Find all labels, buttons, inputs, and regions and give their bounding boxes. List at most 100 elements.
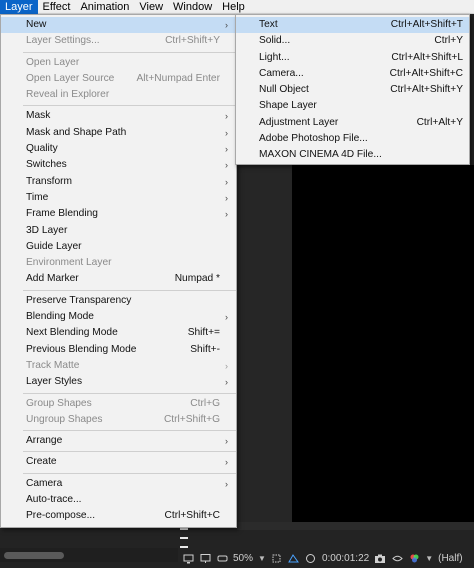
always-preview-icon[interactable] [182, 552, 194, 564]
menu-item-mask-and-shape-path[interactable]: Mask and Shape Path › [1, 125, 236, 141]
color-channels-icon[interactable] [408, 552, 420, 564]
submenu-item-camera[interactable]: Camera... Ctrl+Alt+Shift+C [236, 66, 469, 82]
menu-item-label: Blending Mode [26, 311, 94, 323]
menu-item-environment-layer: Environment Layer [1, 255, 236, 271]
submenu-item-solid[interactable]: Solid... Ctrl+Y [236, 33, 469, 49]
chevron-right-icon: › [225, 457, 228, 468]
menu-item-auto-trace[interactable]: Auto-trace... [1, 492, 236, 508]
submenu-item-shortcut: Ctrl+Alt+Shift+L [391, 51, 463, 63]
menu-separator [23, 472, 236, 474]
timecode[interactable]: 0:00:01:22 [322, 553, 369, 564]
menu-separator [23, 289, 236, 291]
chevron-right-icon: › [225, 312, 228, 323]
zoom-dropdown[interactable]: 50% [233, 552, 253, 564]
menu-item-label: Time [26, 191, 49, 203]
submenu-item-text[interactable]: Text Ctrl+Alt+Shift+T [236, 17, 469, 34]
submenu-item-shortcut: Ctrl+Y [434, 35, 463, 47]
menu-item-label: Mask and Shape Path [26, 126, 127, 138]
submenu-item-label: Solid... [259, 35, 291, 47]
menu-item-blending-mode[interactable]: Blending Mode › [1, 309, 236, 325]
menu-item-label: Transform [26, 175, 73, 187]
zoom-level: 50% [233, 552, 254, 564]
viewer-side-panel [237, 165, 292, 522]
menu-item-label: Open Layer Source [26, 72, 115, 84]
menu-bar: Layer Effect Animation View Window Help [0, 0, 474, 14]
submenu-item-adjustment-layer[interactable]: Adjustment Layer Ctrl+Alt+Y [236, 115, 469, 131]
menu-item-group-shapes: Group Shapes Ctrl+G [1, 396, 236, 412]
menu-item-label: Group Shapes [26, 397, 92, 409]
timecode-clock-icon[interactable] [305, 552, 317, 564]
submenu-item-shape-layer[interactable]: Shape Layer [236, 98, 469, 114]
composition-viewer[interactable] [292, 165, 474, 522]
layer-menu: New › Layer Settings... Ctrl+Shift+Y Open La… [0, 14, 237, 528]
chevron-right-icon: › [225, 478, 228, 489]
menu-item-track-matte: Track Matte › [1, 358, 236, 374]
menu-item-label: Frame Blending [26, 208, 98, 220]
menu-item-preserve-transparency[interactable]: Preserve Transparency [1, 293, 236, 309]
menu-item-label: Add Marker [26, 273, 79, 285]
vr-headset-icon[interactable] [216, 552, 228, 564]
menubar-item-effect[interactable]: Effect [38, 0, 76, 14]
submenu-item-adobe-photoshop-file[interactable]: Adobe Photoshop File... [236, 131, 469, 147]
menubar-item-help[interactable]: Help [217, 0, 250, 14]
new-submenu: Text Ctrl+Alt+Shift+T Solid... Ctrl+Y Light.… [235, 14, 470, 165]
chevron-right-icon: › [225, 111, 228, 122]
menu-item-shortcut: Ctrl+Shift+Y [165, 35, 220, 47]
menubar-item-window[interactable]: Window [168, 0, 217, 14]
menu-item-guide-layer[interactable]: Guide Layer [1, 239, 236, 255]
mask-path-icon[interactable] [288, 552, 300, 564]
submenu-item-null-object[interactable]: Null Object Ctrl+Alt+Shift+Y [236, 82, 469, 98]
fit-icon[interactable] [271, 552, 283, 564]
scrollbar-thumb[interactable] [4, 552, 64, 559]
menu-item-next-blending-mode[interactable]: Next Blending Mode Shift+= [1, 325, 236, 341]
menu-item-mask[interactable]: Mask › [1, 108, 236, 124]
menu-item-label: Environment Layer [26, 257, 112, 269]
menubar-item-animation[interactable]: Animation [75, 0, 134, 14]
menu-item-ungroup-shapes: Ungroup Shapes Ctrl+Shift+G [1, 412, 236, 428]
menubar-item-view[interactable]: View [134, 0, 168, 14]
show-snapshot-icon[interactable] [391, 552, 403, 564]
chevron-right-icon: › [225, 160, 228, 171]
menu-item-shortcut: Shift+- [190, 343, 220, 355]
chevron-down-icon[interactable]: ▼ [425, 554, 433, 563]
menubar-item-layer[interactable]: Layer [0, 0, 38, 14]
menu-item-label: Ungroup Shapes [26, 413, 103, 425]
resolution-dropdown[interactable]: (Half) [438, 553, 462, 564]
menu-separator [23, 451, 236, 453]
menu-item-label: Previous Blending Mode [26, 343, 137, 355]
camera-icon[interactable] [374, 552, 386, 564]
submenu-item-maxon-cinema-4d-file[interactable]: MAXON CINEMA 4D File... [236, 147, 469, 163]
submenu-item-shortcut: Ctrl+Alt+Shift+C [389, 67, 463, 79]
menu-item-label: Reveal in Explorer [26, 89, 110, 101]
menu-item-shortcut: Shift+= [187, 327, 220, 339]
submenu-item-label: Camera... [259, 67, 304, 79]
menu-item-label: Auto-trace... [26, 494, 82, 506]
chevron-right-icon: › [225, 192, 228, 203]
menu-item-arrange[interactable]: Arrange › [1, 433, 236, 449]
menu-item-add-marker[interactable]: Add Marker Numpad * [1, 271, 236, 287]
submenu-item-shortcut: Ctrl+Alt+Y [416, 116, 463, 128]
menu-item-transform[interactable]: Transform › [1, 174, 236, 190]
menu-item-label: Switches [26, 159, 67, 171]
chevron-right-icon: › [225, 20, 228, 30]
menu-item-new[interactable]: New › [1, 17, 236, 34]
menu-item-quality[interactable]: Quality › [1, 141, 236, 157]
monitor-icon[interactable] [199, 552, 211, 564]
menu-item-layer-styles[interactable]: Layer Styles › [1, 374, 236, 390]
menu-item-switches[interactable]: Switches › [1, 157, 236, 173]
chevron-right-icon: › [225, 360, 228, 371]
menu-item-3d-layer[interactable]: 3D Layer [1, 223, 236, 239]
chevron-right-icon: › [225, 176, 228, 187]
menu-item-frame-blending[interactable]: Frame Blending › [1, 206, 236, 222]
submenu-item-shortcut: Ctrl+Alt+Shift+Y [390, 84, 463, 96]
menu-item-camera[interactable]: Camera › [1, 476, 236, 492]
menu-item-pre-compose[interactable]: Pre-compose... Ctrl+Shift+C [1, 508, 236, 524]
chevron-down-icon[interactable]: ▼ [258, 554, 266, 563]
menu-item-time[interactable]: Time › [1, 190, 236, 206]
submenu-item-light[interactable]: Light... Ctrl+Alt+Shift+L [236, 50, 469, 66]
menu-item-label: Open Layer [26, 56, 80, 68]
menu-item-label: Track Matte [26, 359, 80, 371]
menu-item-previous-blending-mode[interactable]: Previous Blending Mode Shift+- [1, 342, 236, 358]
submenu-item-label: Adjustment Layer [259, 116, 339, 128]
menu-item-create[interactable]: Create › [1, 454, 236, 470]
